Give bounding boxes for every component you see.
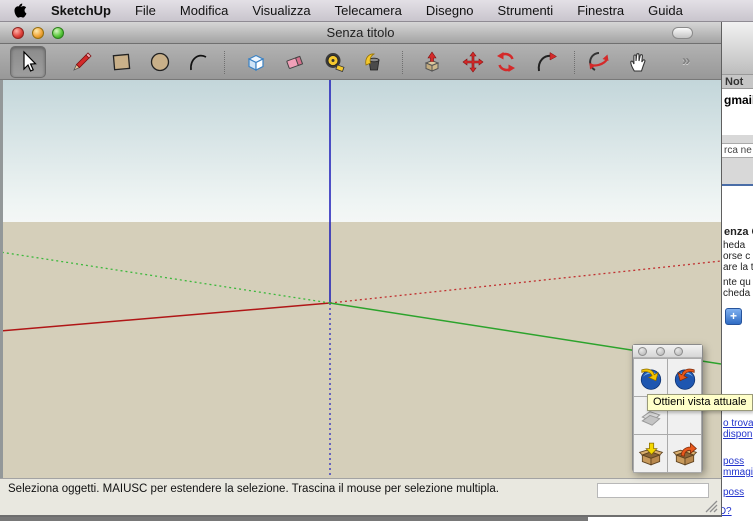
- measurements-box[interactable]: [597, 483, 709, 498]
- box-yellow-arrow-icon: [638, 441, 664, 467]
- bw-link[interactable]: poss: [723, 456, 744, 467]
- move-icon: [461, 50, 485, 74]
- bw-text-line: nte qu: [723, 277, 751, 288]
- palette-title-bar[interactable]: [633, 345, 702, 358]
- resize-grip-icon[interactable]: [703, 498, 719, 514]
- apple-menu[interactable]: [14, 3, 27, 18]
- toolbar-overflow-chevron[interactable]: »: [682, 52, 688, 69]
- bw-link[interactable]: dispon: [723, 429, 752, 440]
- window-left-edge: [0, 80, 3, 478]
- tool-follow-me[interactable]: [530, 47, 562, 77]
- bw-link[interactable]: o trova: [723, 418, 753, 429]
- toolbar: »: [0, 44, 721, 80]
- toolbar-toggle-button[interactable]: [672, 27, 693, 39]
- tool-rectangle[interactable]: [106, 47, 138, 77]
- bw-text-line: heda: [723, 240, 745, 251]
- tool-eraser[interactable]: [280, 47, 312, 77]
- eraser-icon: [284, 50, 308, 74]
- pan-hand-icon: [626, 50, 650, 74]
- window-title: Senza titolo: [0, 25, 721, 40]
- bw-add-button[interactable]: +: [725, 308, 742, 325]
- component-box-icon: [244, 50, 268, 74]
- tooltip: Ottieni vista attuale: [647, 394, 753, 411]
- drawing-axes: [0, 80, 721, 478]
- share-view-button[interactable]: [668, 359, 701, 396]
- bw-text-line: orse c: [723, 251, 750, 262]
- tool-make-component[interactable]: [240, 47, 272, 77]
- menu-item-strumenti[interactable]: Strumenti: [498, 3, 554, 18]
- palette-minimize-button[interactable]: [656, 347, 665, 356]
- toolbar-divider: [574, 51, 575, 74]
- share-model-button[interactable]: [668, 435, 701, 472]
- background-browser-heading: gmail: [722, 89, 753, 135]
- background-browser-search-field[interactable]: rca ne: [722, 143, 753, 158]
- orbit-icon: [587, 50, 611, 74]
- menu-item-sketchup[interactable]: SketchUp: [51, 3, 111, 18]
- select-arrow-icon: [16, 50, 40, 74]
- sketchup-window: Senza titolo: [0, 22, 722, 517]
- circle-icon: [148, 50, 172, 74]
- tool-pan[interactable]: [622, 47, 654, 77]
- box-orange-arrow-icon: [672, 441, 698, 467]
- palette-close-button[interactable]: [638, 347, 647, 356]
- toolbar-divider: [224, 51, 225, 74]
- menu-item-disegno[interactable]: Disegno: [426, 3, 474, 18]
- menu-item-visualizza[interactable]: Visualizza: [252, 3, 310, 18]
- pencil-icon: [70, 50, 94, 74]
- status-message: Seleziona oggetti. MAIUSC per estendere …: [8, 483, 553, 497]
- tool-line[interactable]: [66, 47, 98, 77]
- background-browser-chrome: [722, 22, 753, 75]
- tool-rotate[interactable]: [490, 47, 522, 77]
- arc-icon: [186, 50, 210, 74]
- push-pull-icon: [420, 50, 444, 74]
- background-browser-bar: [722, 158, 753, 184]
- follow-me-icon: [534, 50, 558, 74]
- drawing-canvas[interactable]: [0, 80, 721, 478]
- menu-bar: SketchUp File Modifica Visualizza Teleca…: [0, 0, 753, 22]
- rotate-icon: [494, 50, 518, 74]
- palette-zoom-button[interactable]: [674, 347, 683, 356]
- desktop-bottom-strip: [0, 517, 588, 521]
- tool-tape-measure[interactable]: [318, 47, 350, 77]
- menu-item-modifica[interactable]: Modifica: [180, 3, 228, 18]
- title-bar[interactable]: Senza titolo: [0, 22, 721, 44]
- tool-circle[interactable]: [144, 47, 176, 77]
- menu-item-guida[interactable]: Guida: [648, 3, 683, 18]
- palette-grid: [633, 358, 702, 473]
- bw-text-line: cheda: [723, 288, 750, 299]
- bw-text-line: are la t: [723, 262, 753, 273]
- tool-move[interactable]: [457, 47, 489, 77]
- bw-section-title: enza C: [724, 226, 753, 238]
- menu-item-telecamera[interactable]: Telecamera: [335, 3, 402, 18]
- bw-link[interactable]: poss: [723, 487, 744, 498]
- apple-logo-icon: [14, 3, 27, 18]
- get-current-view-button[interactable]: [634, 359, 667, 396]
- toolbar-divider: [402, 51, 403, 74]
- globe-yellow-arrow-icon: [638, 365, 664, 391]
- tool-select[interactable]: [10, 46, 46, 78]
- menu-item-finestra[interactable]: Finestra: [577, 3, 624, 18]
- background-browser-tab[interactable]: Not: [722, 75, 753, 89]
- tool-paint-bucket[interactable]: [357, 47, 389, 77]
- tape-measure-icon: [322, 50, 346, 74]
- get-models-button[interactable]: [634, 435, 667, 472]
- tool-arc[interactable]: [182, 47, 214, 77]
- paint-bucket-icon: [361, 50, 385, 74]
- rectangle-icon: [110, 50, 134, 74]
- tool-push-pull[interactable]: [416, 47, 448, 77]
- background-browser-toolbar: [722, 135, 753, 143]
- bw-link[interactable]: mmagi: [723, 467, 753, 478]
- tool-orbit[interactable]: [583, 47, 615, 77]
- menu-item-file[interactable]: File: [135, 3, 156, 18]
- status-bar: Seleziona oggetti. MAIUSC per estendere …: [0, 478, 721, 515]
- globe-orange-arrow-icon: [672, 365, 698, 391]
